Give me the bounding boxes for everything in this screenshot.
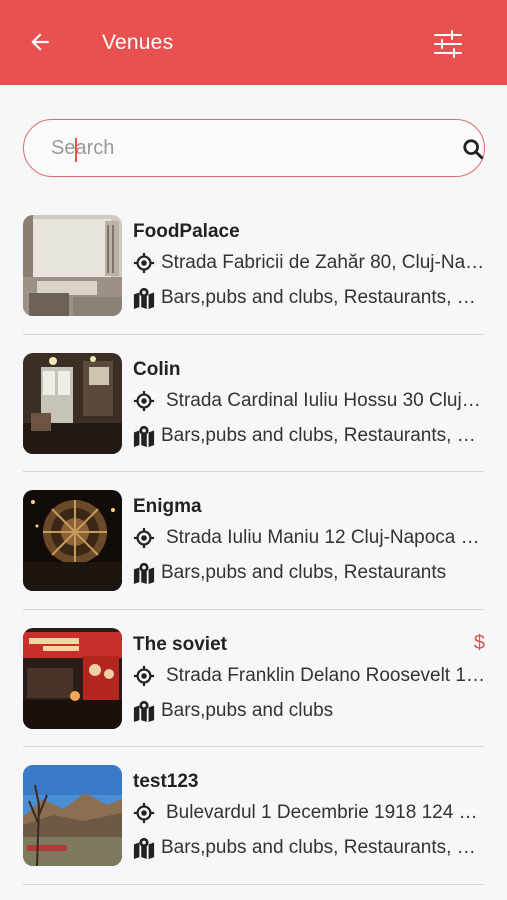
venue-address: Strada Cardinal Iuliu Hossu 30 Cluj-Napo… xyxy=(166,389,485,411)
venue-address-row: Strada Cardinal Iuliu Hossu 30 Cluj-Napo… xyxy=(133,388,485,414)
search-icon xyxy=(463,139,484,160)
list-item[interactable]: Enigma Strada Iuliu Maniu 12 Cluj-Napoca… xyxy=(0,472,507,610)
venue-image xyxy=(23,215,122,316)
venue-name: FoodPalace xyxy=(133,221,240,242)
venue-address: Strada Franklin Delano Roosevelt 1 Cluj-… xyxy=(166,664,485,686)
venue-image xyxy=(23,352,122,454)
venue-image xyxy=(23,627,122,729)
sliders-icon xyxy=(434,30,462,58)
page-title: Venues xyxy=(102,31,174,54)
search-button[interactable] xyxy=(460,136,486,162)
location-target-icon xyxy=(133,252,155,274)
map-marker-icon xyxy=(133,287,155,309)
filter-button[interactable] xyxy=(430,26,466,62)
venue-address-row: Strada Fabricii de Zahăr 80, Cluj-Napoca xyxy=(133,250,485,276)
price-indicator: $ xyxy=(473,631,485,654)
venue-category-row: Bars,pubs and clubs, Restaurants, Hotels xyxy=(133,835,485,861)
venue-name: Colin xyxy=(133,358,181,380)
venue-image xyxy=(23,765,122,866)
venue-categories: Bars,pubs and clubs, Restaurants xyxy=(161,562,447,583)
text-caret xyxy=(75,138,77,162)
location-target-icon xyxy=(133,665,155,687)
venue-name: Enigma xyxy=(133,496,202,517)
venue-address: Strada Iuliu Maniu 12 Cluj-Napoca Romani… xyxy=(166,527,485,548)
venue-categories: Bars,pubs and clubs xyxy=(161,699,334,721)
venue-address-row: Strada Franklin Delano Roosevelt 1 Cluj-… xyxy=(133,663,485,689)
location-target-icon xyxy=(133,390,155,412)
divider xyxy=(23,883,484,885)
venue-address-row: Bulevardul 1 Decembrie 1918 124 Cluj-Nap… xyxy=(133,800,485,826)
map-marker-icon xyxy=(133,837,155,859)
list-item[interactable]: Colin Strada Cardinal Iuliu Hossu 30 Clu… xyxy=(0,335,507,472)
venue-category-row: Bars,pubs and clubs, Restaurants xyxy=(133,560,485,586)
venue-image xyxy=(23,490,122,591)
arrow-left-icon xyxy=(31,33,49,51)
search-input[interactable] xyxy=(51,128,421,168)
search-bar xyxy=(23,119,485,177)
venue-category-row: Bars,pubs and clubs, Restaurants, Hotels xyxy=(133,285,485,311)
list-item[interactable]: FoodPalace Strada Fabricii de Zahăr 80, … xyxy=(0,197,507,335)
venue-name: test123 xyxy=(133,771,199,792)
venue-address: Bulevardul 1 Decembrie 1918 124 Cluj-Nap… xyxy=(166,802,485,823)
venue-categories: Bars,pubs and clubs, Restaurants, Hotels xyxy=(161,424,485,446)
back-button[interactable] xyxy=(24,26,56,58)
app-bar: Venues xyxy=(0,0,507,85)
location-target-icon xyxy=(133,527,155,549)
location-target-icon xyxy=(133,802,155,824)
venue-categories: Bars,pubs and clubs, Restaurants, Hotels xyxy=(161,837,485,858)
venue-address-row: Strada Iuliu Maniu 12 Cluj-Napoca Romani… xyxy=(133,525,485,551)
map-marker-icon xyxy=(133,425,155,447)
map-marker-icon xyxy=(133,562,155,584)
venue-category-row: Bars,pubs and clubs xyxy=(133,698,485,724)
venue-categories: Bars,pubs and clubs, Restaurants, Hotels xyxy=(161,287,485,308)
list-item[interactable]: The soviet $ Strada Franklin Delano Roos… xyxy=(0,610,507,747)
map-marker-icon xyxy=(133,700,155,722)
list-item[interactable]: test123 Bulevardul 1 Decembrie 1918 124 … xyxy=(0,747,507,885)
venue-name: The soviet xyxy=(133,633,227,655)
venue-category-row: Bars,pubs and clubs, Restaurants, Hotels xyxy=(133,423,485,449)
venue-address: Strada Fabricii de Zahăr 80, Cluj-Napoca xyxy=(161,252,485,273)
venue-list: FoodPalace Strada Fabricii de Zahăr 80, … xyxy=(0,197,507,885)
